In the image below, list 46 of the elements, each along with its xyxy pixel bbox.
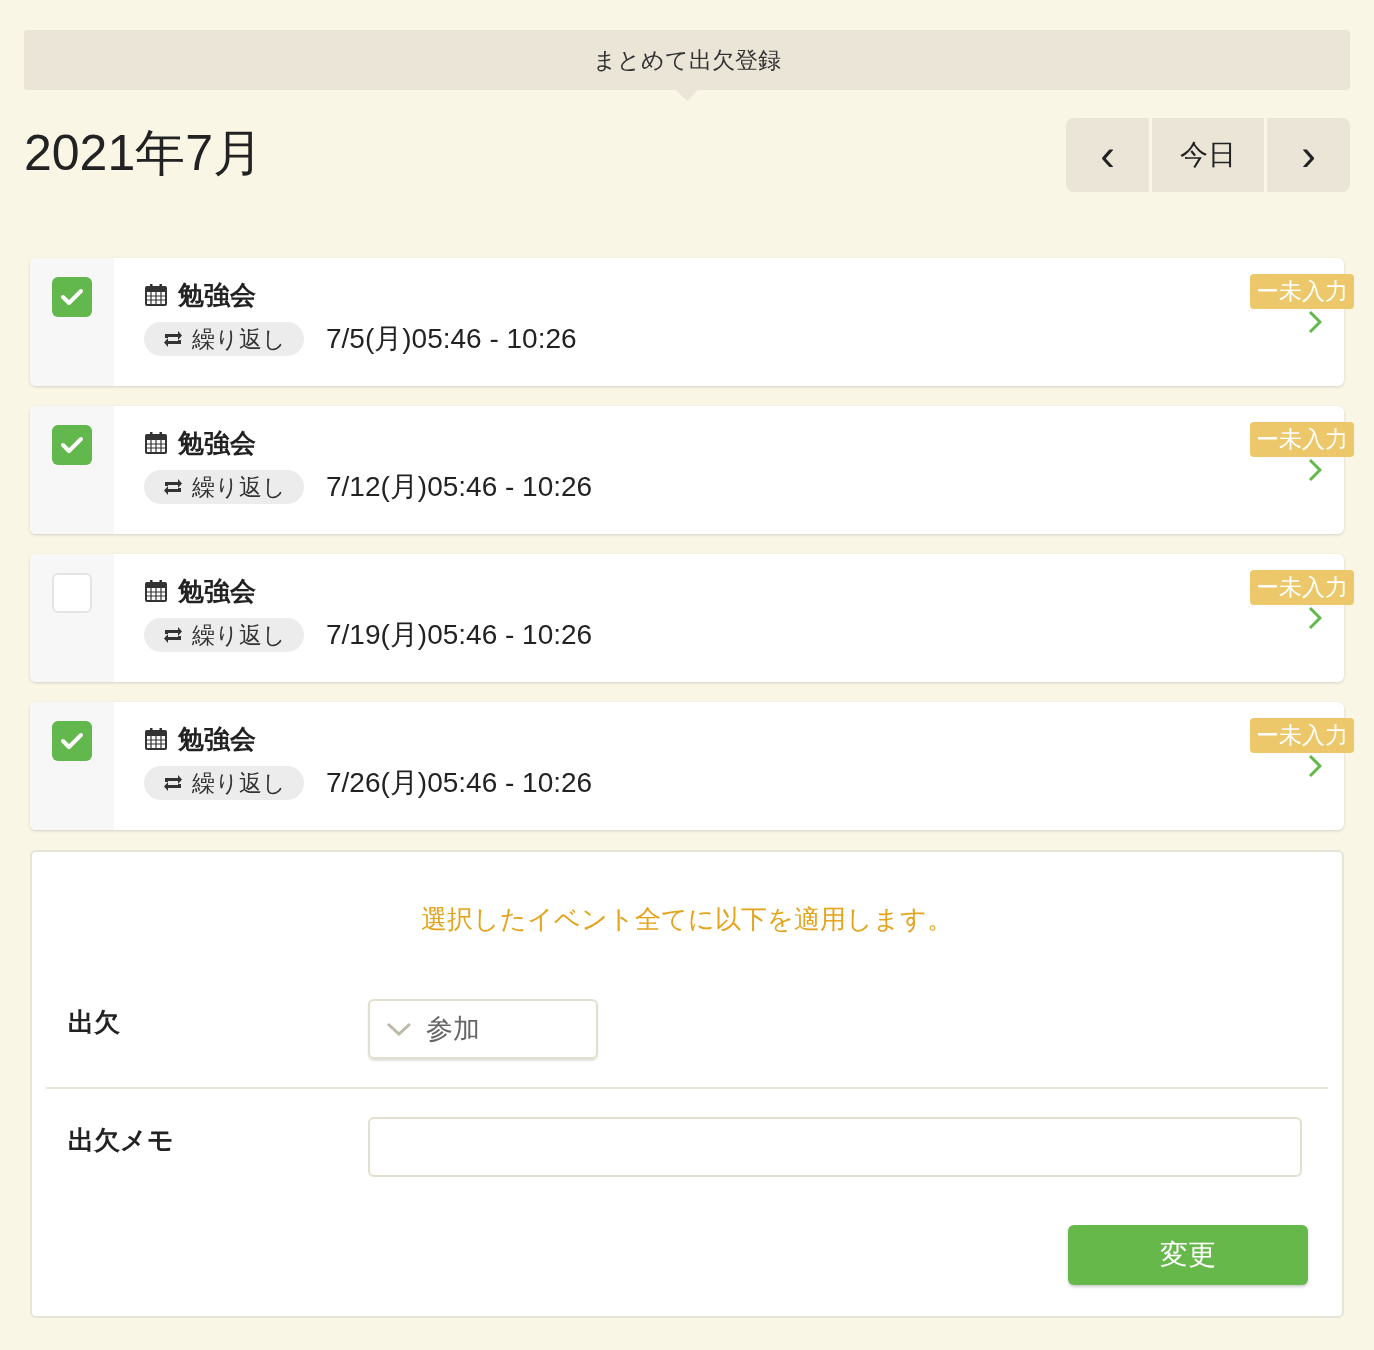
- calendar-icon: [144, 727, 168, 751]
- month-title: 2021年7月: [24, 128, 264, 178]
- today-button[interactable]: 今日: [1152, 118, 1264, 192]
- chevron-right-icon[interactable]: [1308, 310, 1322, 334]
- repeat-icon: [162, 773, 184, 793]
- event-title: 勉強会: [178, 726, 256, 752]
- status-badge: ー未入力: [1250, 570, 1354, 605]
- repeat-tag: 繰り返し: [144, 470, 304, 504]
- checkbox[interactable]: [52, 721, 92, 761]
- header-title: まとめて出欠登録: [593, 45, 781, 75]
- chevron-down-icon: [386, 1021, 412, 1037]
- checkmark-icon: [60, 287, 84, 307]
- checkmark-icon: [60, 731, 84, 751]
- repeat-icon: [162, 625, 184, 645]
- repeat-icon: [162, 329, 184, 349]
- repeat-icon: [162, 477, 184, 497]
- event-time: 7/5(月)05:46 - 10:26: [326, 325, 577, 353]
- chevron-right-icon[interactable]: [1308, 606, 1322, 630]
- event-time: 7/12(月)05:46 - 10:26: [326, 473, 593, 501]
- attendance-select[interactable]: 参加: [368, 999, 598, 1059]
- calendar-icon: [144, 283, 168, 307]
- event-time: 7/19(月)05:46 - 10:26: [326, 621, 593, 649]
- repeat-tag: 繰り返し: [144, 322, 304, 356]
- calendar-icon: [144, 579, 168, 603]
- event-title: 勉強会: [178, 578, 256, 604]
- notice-text: 選択したイベント全てに以下を適用します。: [420, 903, 954, 936]
- calendar-icon: [144, 431, 168, 455]
- chevron-right-icon[interactable]: [1308, 754, 1322, 778]
- event-title: 勉強会: [178, 430, 256, 456]
- attendance-label: 出欠: [67, 1006, 121, 1039]
- checkmark-icon: [60, 435, 84, 455]
- repeat-tag: 繰り返し: [144, 766, 304, 800]
- status-badge: ー未入力: [1250, 718, 1354, 753]
- checkbox[interactable]: [52, 277, 92, 317]
- event-title: 勉強会: [178, 282, 256, 308]
- memo-label: 出欠メモ: [67, 1124, 175, 1157]
- status-badge: ー未入力: [1250, 274, 1354, 309]
- event-time: 7/26(月)05:46 - 10:26: [326, 769, 593, 797]
- chevron-right-icon[interactable]: [1308, 458, 1322, 482]
- status-badge: ー未入力: [1250, 422, 1354, 457]
- next-button[interactable]: ›: [1267, 118, 1350, 192]
- repeat-tag: 繰り返し: [144, 618, 304, 652]
- checkbox[interactable]: [52, 425, 92, 465]
- previous-button[interactable]: ‹: [1066, 118, 1149, 192]
- checkbox[interactable]: [52, 573, 92, 613]
- memo-field[interactable]: [368, 1117, 1302, 1177]
